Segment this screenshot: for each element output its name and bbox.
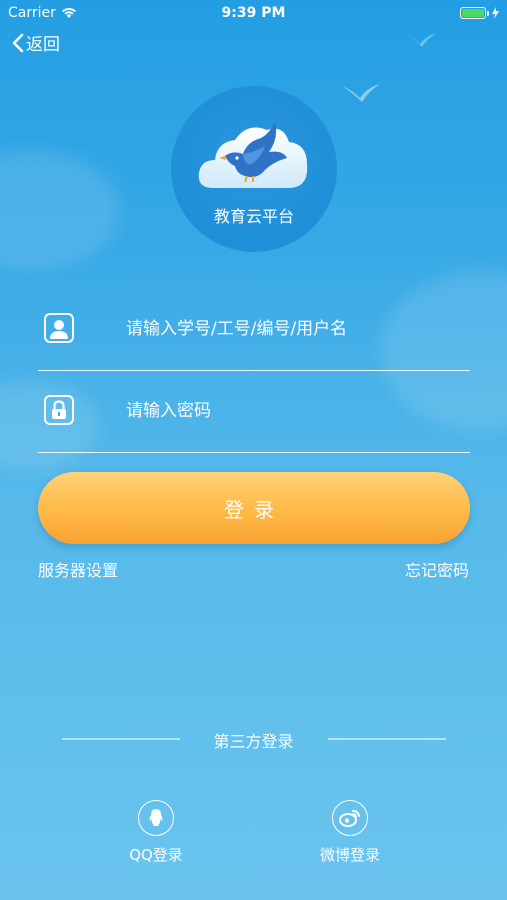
back-button[interactable]: 返回	[12, 30, 60, 55]
cloud-bird-logo-icon	[198, 122, 308, 188]
divider-right	[328, 738, 446, 740]
forgot-password-link[interactable]: 忘记密码	[405, 557, 469, 581]
battery-level-fill	[462, 9, 484, 17]
password-input[interactable]	[126, 396, 456, 426]
weibo-icon	[332, 800, 368, 836]
lock-icon	[44, 395, 74, 425]
status-bar: Carrier 9:39 PM	[0, 0, 507, 28]
login-button[interactable]: 登录	[38, 472, 470, 544]
username-field	[38, 300, 470, 371]
bird-silhouette-icon	[342, 84, 380, 102]
chevron-left-icon	[12, 33, 24, 52]
third-party-title: 第三方登录	[213, 732, 294, 751]
server-settings-link[interactable]: 服务器设置	[38, 557, 118, 581]
status-time: 9:39 PM	[221, 5, 286, 21]
password-field	[38, 382, 470, 453]
battery-cap	[487, 10, 489, 16]
charging-bolt-icon	[492, 7, 499, 19]
login-screen: Carrier 9:39 PM 返回 教育云平台 请输入学号/工号/编号/用户名…	[0, 0, 507, 900]
qq-login-button[interactable]: QQ登录	[106, 800, 206, 865]
battery-icon	[460, 7, 486, 19]
background-cloud	[0, 150, 120, 270]
user-icon	[44, 313, 74, 343]
battery-indicator	[460, 7, 499, 19]
weibo-login-label: 微博登录	[319, 846, 380, 864]
logo-title: 教育云平台	[213, 207, 294, 226]
back-label: 返回	[26, 35, 60, 55]
qq-icon	[138, 800, 174, 836]
username-input[interactable]	[126, 314, 456, 344]
weibo-login-button[interactable]: 微博登录	[300, 800, 400, 865]
bird-silhouette-icon	[406, 33, 436, 47]
qq-login-label: QQ登录	[129, 846, 183, 864]
